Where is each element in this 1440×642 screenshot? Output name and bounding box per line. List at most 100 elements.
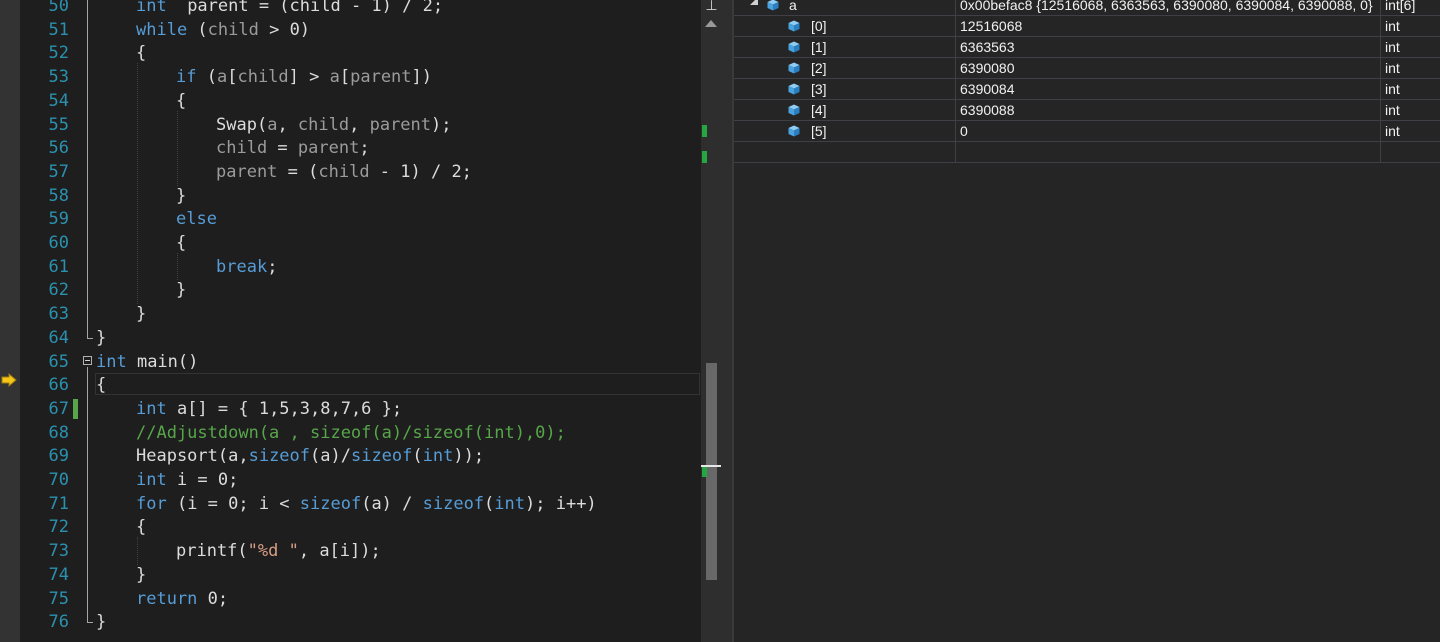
line-number: 54 [48,90,69,111]
scrollbar-thumb[interactable] [706,363,717,580]
code-text: int a[] = { 1,5,3,8,7,6 }; [136,397,402,421]
watch-row-element[interactable]: [3] 6390084 int [734,79,1440,100]
current-line-highlight [95,373,700,396]
code-token: [ [227,67,238,88]
line-number: 70 [48,470,69,490]
code-line-50[interactable]: 50 int parent = (child - 1) / 2; [20,0,701,18]
glyph-margin[interactable] [0,0,20,642]
column-separator [1380,58,1381,78]
code-line-69[interactable]: 69 Heapsort(a,sizeof(a)/sizeof(int)); [20,444,701,468]
code-token: printf( [176,541,248,562]
code-line-76[interactable]: 76} [20,610,701,634]
code-token: "%d " [247,541,299,562]
code-token: child [216,138,268,159]
code-line-55[interactable]: 55 Swap(a, child, parent); [20,113,701,137]
watch-value: 6390084 [960,81,1015,97]
code-token: } [96,327,107,348]
code-token: } [136,304,147,325]
code-line-61[interactable]: 61 break; [20,255,701,279]
code-token: , a[i]); [298,541,381,562]
caret-position-marker [701,465,721,467]
line-number: 74 [48,564,69,585]
watch-name: [0] [811,18,827,34]
line-number: 65 [48,351,69,372]
code-line-63[interactable]: 63} [20,302,701,326]
code-line-57[interactable]: 57 parent = (child - 1) / 2; [20,160,701,184]
outline-line [87,0,88,338]
code-line-58[interactable]: 58} [20,184,701,208]
watch-type: int[6] [1385,0,1416,13]
code-text: parent = (child - 1) / 2; [216,160,472,184]
watch-row-element[interactable]: [4] 6390088 int [734,100,1440,121]
line-number: 75 [48,588,69,609]
indent-guide [137,63,138,305]
code-token: parent [216,161,278,182]
variable-cube-icon [788,104,800,116]
watch-row-empty[interactable] [734,142,1440,163]
code-text: { [176,89,186,113]
code-token: a [267,114,278,135]
code-line-73[interactable]: 73 printf("%d ", a[i]); [20,539,701,563]
collapse-minus-icon[interactable] [83,355,92,365]
code-line-60[interactable]: 60 { [20,231,701,255]
code-text: } [136,563,146,587]
watch-row-element[interactable]: [2] 6390080 int [734,58,1440,79]
code-line-53[interactable]: 53 if (a[child] > a[parent]) [20,65,701,89]
code-line-59[interactable]: 59 else [20,207,701,231]
column-separator [955,79,956,99]
code-line-65[interactable]: 65 int main() [20,350,701,374]
watch-value: 6390088 [960,102,1015,118]
code-line-68[interactable]: 68 //Adjustdown(a , sizeof(a)/sizeof(int)… [20,421,701,445]
watch-row-element[interactable]: [5] 0 int [734,121,1440,142]
code-text: { [136,41,146,65]
code-line-70[interactable]: 70 int i = 0; [20,468,701,492]
column-separator [955,0,956,15]
code-text: } [176,184,186,208]
watch-name: a [789,0,797,13]
watch-row-element[interactable]: [1] 6363563 int [734,37,1440,58]
editor-vertical-scrollbar[interactable]: ⊥ [701,0,732,642]
code-token: ( [484,493,495,514]
code-token: int [136,470,167,490]
outline-end [87,622,93,624]
code-token: ; [267,256,278,277]
code-line-75[interactable]: 75 return 0; [20,587,701,611]
code-token: ( [412,446,423,467]
code-token: break [216,256,268,277]
code-editor[interactable]: 50 int parent = (child - 1) / 2; 51 while (… [20,0,701,642]
code-token: while [136,19,188,40]
code-line-66[interactable]: 66 { [20,373,701,397]
split-window-button[interactable]: ⊥ [701,0,722,15]
code-line-56[interactable]: 56 child = parent; [20,136,701,160]
change-mark [702,125,707,137]
code-line-67[interactable]: 67 int a[] = { 1,5,3,8,7,6 }; [20,397,701,421]
code-token: = [267,138,298,159]
code-line-74[interactable]: 74} [20,563,701,587]
line-number: 64 [48,327,69,348]
code-line-54[interactable]: 54 { [20,89,701,113]
expanded-triangle-icon[interactable] [750,0,758,5]
code-text: int i = 0; [136,468,238,492]
code-token: > 0) [258,19,311,40]
scroll-up-arrow-icon[interactable] [705,20,717,27]
line-number: 68 [48,422,69,443]
code-line-62[interactable]: 62} [20,278,701,302]
watch-row-element[interactable]: [0] 12516068 int [734,16,1440,37]
column-separator [1380,16,1381,36]
line-number: 56 [48,138,69,159]
code-line-64[interactable]: 64} [20,326,701,350]
code-token: child [297,114,350,135]
line-number: 66 [48,375,69,396]
code-line-52[interactable]: 52 { [20,41,701,65]
watch-row-a[interactable]: a 0x00befac8 {12516068, 6363563, 6390080,… [734,0,1440,16]
watch-type: int [1385,102,1400,118]
code-line-51[interactable]: 51 while (child > 0) [20,18,701,42]
code-text: return 0; [136,587,228,611]
code-line-71[interactable]: 71 for (i = 0; i < sizeof(a) / sizeof(int… [20,492,701,516]
watch-type: int [1385,123,1400,139]
code-token: - 1) / 2; [369,161,472,182]
code-line-72[interactable]: 72 { [20,515,701,539]
column-separator [955,100,956,120]
watch-window[interactable]: a 0x00befac8 {12516068, 6363563, 6390080,… [734,0,1440,642]
code-token: , [349,114,370,135]
